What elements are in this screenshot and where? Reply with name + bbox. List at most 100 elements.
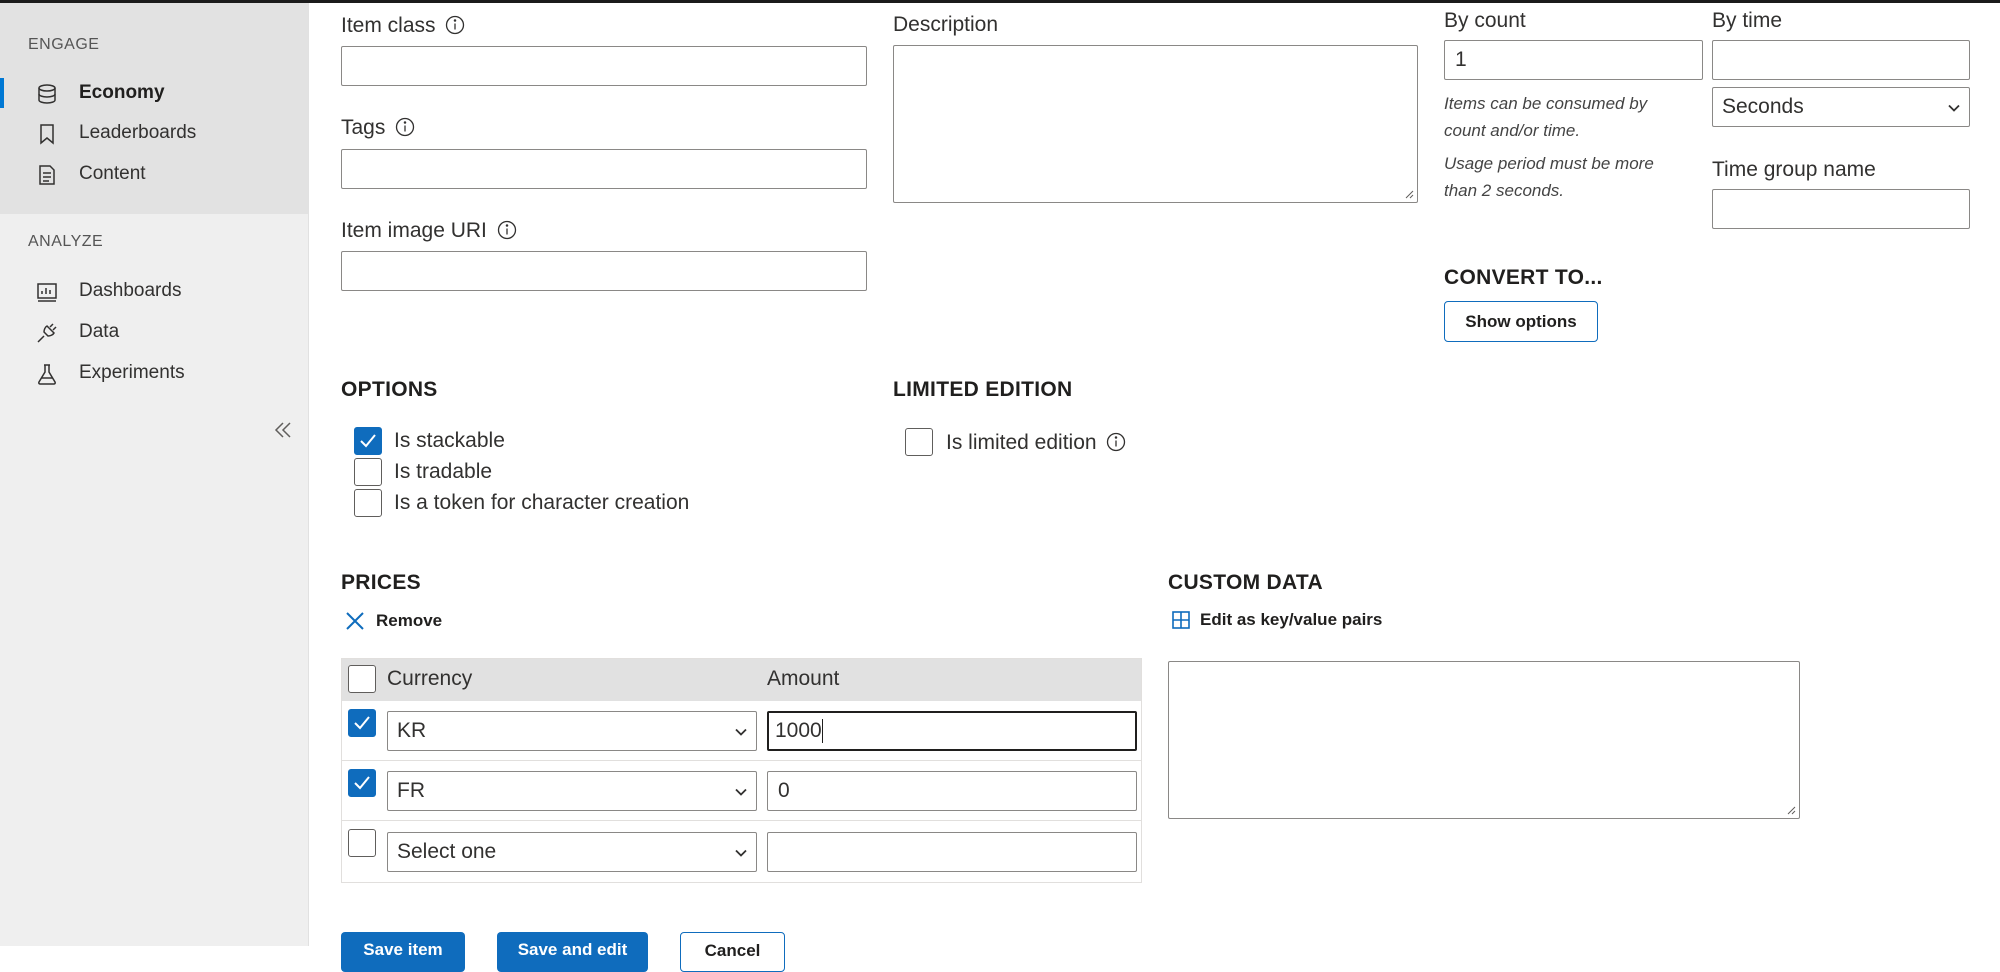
sidebar-item-content[interactable]: Content: [0, 154, 308, 194]
custom-data-heading: CUSTOM DATA: [1168, 571, 1323, 594]
sidebar: ENGAGE Economy Leaderboards Content ANAL: [0, 3, 309, 946]
prices-table: Currency Amount KR 1000 FR Select one: [341, 658, 1142, 883]
by-count-label: By count: [1444, 9, 1526, 32]
bookmark-icon: [40, 124, 54, 145]
price-row-checkbox[interactable]: [348, 769, 376, 797]
sidebar-item-leaderboards[interactable]: Leaderboards: [0, 113, 308, 153]
checkmark-icon: [354, 776, 370, 790]
sidebar-section-analyze: ANALYZE: [28, 233, 104, 250]
chevron-down-icon: [735, 728, 747, 736]
sidebar-item-economy[interactable]: Economy: [0, 73, 308, 113]
amount-input[interactable]: 1000: [767, 711, 1137, 751]
usage-hint: Usage period must be more than 2 seconds…: [1444, 154, 1654, 200]
dashboard-icon: [37, 283, 57, 302]
cancel-button[interactable]: Cancel: [680, 932, 785, 972]
remove-price-button[interactable]: Remove: [344, 610, 442, 632]
sidebar-item-label: Dashboards: [79, 280, 182, 301]
double-chevron-left-icon[interactable]: [272, 419, 294, 441]
text-cursor: [821, 719, 823, 743]
sidebar-engage-section: ENGAGE Economy Leaderboards Content: [0, 3, 308, 214]
document-icon: [39, 165, 55, 185]
is-limited-edition-checkbox[interactable]: [905, 428, 933, 456]
sidebar-item-dashboards[interactable]: Dashboards: [0, 271, 308, 311]
is-stackable-checkbox[interactable]: [354, 427, 382, 455]
item-class-input[interactable]: [341, 46, 867, 86]
prices-table-header: Currency Amount: [342, 659, 1141, 701]
sidebar-item-label: Leaderboards: [79, 122, 197, 143]
item-image-uri-label: Item image URI: [341, 219, 517, 243]
remove-label: Remove: [376, 611, 443, 630]
item-class-label: Item class: [341, 14, 465, 38]
sidebar-item-label: Content: [79, 163, 146, 184]
time-group-name-label: Time group name: [1712, 158, 1876, 181]
is-token-label: Is a token for character creation: [394, 491, 690, 514]
consume-hint: Items can be consumed by count and/or ti…: [1444, 94, 1648, 140]
row-divider: [342, 760, 1141, 761]
resize-handle-icon[interactable]: [1404, 189, 1414, 199]
amount-column-header: Amount: [767, 667, 840, 690]
currency-selected: FR: [397, 779, 425, 802]
prices-heading: PRICES: [341, 571, 421, 594]
is-limited-edition-label-text: Is limited edition: [946, 431, 1097, 454]
by-time-input[interactable]: [1712, 40, 1970, 80]
sidebar-item-label: Economy: [79, 82, 165, 103]
resize-handle-icon[interactable]: [1786, 805, 1796, 815]
info-icon[interactable]: [497, 220, 517, 240]
amount-input[interactable]: [767, 771, 1137, 811]
item-class-label-text: Item class: [341, 14, 436, 37]
limited-edition-heading: LIMITED EDITION: [893, 378, 1073, 401]
options-heading: OPTIONS: [341, 378, 438, 401]
grid-icon: [1172, 611, 1190, 629]
price-row-checkbox[interactable]: [348, 829, 376, 857]
sidebar-item-label: Data: [79, 321, 120, 342]
info-icon[interactable]: [1106, 432, 1126, 452]
tags-label: Tags: [341, 116, 415, 140]
amount-value: 1000: [775, 719, 822, 742]
tags-input[interactable]: [341, 149, 867, 189]
currency-selected: Select one: [397, 840, 497, 863]
by-time-label: By time: [1712, 9, 1783, 32]
currency-select[interactable]: Select one: [387, 832, 757, 872]
item-image-uri-input[interactable]: [341, 251, 867, 291]
convert-to-heading: CONVERT TO...: [1444, 266, 1603, 289]
is-tradable-label: Is tradable: [394, 460, 493, 483]
show-options-button[interactable]: Show options: [1444, 301, 1598, 342]
chevron-down-icon: [1948, 104, 1960, 112]
currency-select[interactable]: FR: [387, 771, 757, 811]
select-all-checkbox[interactable]: [348, 665, 376, 693]
flask-icon: [38, 364, 56, 385]
is-token-checkbox[interactable]: [354, 489, 382, 517]
active-indicator: [0, 78, 4, 108]
save-and-edit-button[interactable]: Save and edit: [497, 932, 648, 972]
price-row-checkbox[interactable]: [348, 709, 376, 737]
save-button[interactable]: Save item: [341, 932, 465, 972]
row-divider: [342, 820, 1141, 821]
is-stackable-label: Is stackable: [394, 429, 505, 452]
amount-input[interactable]: [767, 832, 1137, 872]
by-count-input[interactable]: [1444, 40, 1703, 80]
custom-data-textarea[interactable]: [1168, 661, 1800, 819]
time-unit-select[interactable]: Seconds: [1712, 87, 1970, 127]
sidebar-section-engage: ENGAGE: [28, 36, 100, 53]
description-label: Description: [893, 13, 999, 36]
description-textarea[interactable]: [893, 45, 1418, 203]
time-group-name-input[interactable]: [1712, 189, 1970, 229]
tags-label-text: Tags: [341, 116, 386, 139]
chevron-down-icon: [735, 849, 747, 857]
checkmark-icon: [360, 434, 376, 448]
currency-select[interactable]: KR: [387, 711, 757, 751]
is-tradable-checkbox[interactable]: [354, 458, 382, 486]
info-icon[interactable]: [445, 15, 465, 35]
is-limited-edition-label: Is limited edition: [946, 431, 1126, 455]
chevron-down-icon: [735, 788, 747, 796]
currency-selected: KR: [397, 719, 427, 742]
database-icon: [38, 84, 56, 104]
close-icon: [346, 612, 364, 630]
sidebar-item-experiments[interactable]: Experiments: [0, 353, 308, 393]
item-image-uri-label-text: Item image URI: [341, 219, 487, 242]
sidebar-item-data[interactable]: Data: [0, 312, 308, 352]
edit-key-value-label: Edit as key/value pairs: [1200, 610, 1383, 629]
edit-key-value-button[interactable]: Edit as key/value pairs: [1172, 610, 1382, 630]
info-icon[interactable]: [395, 117, 415, 137]
plug-icon: [37, 323, 57, 343]
